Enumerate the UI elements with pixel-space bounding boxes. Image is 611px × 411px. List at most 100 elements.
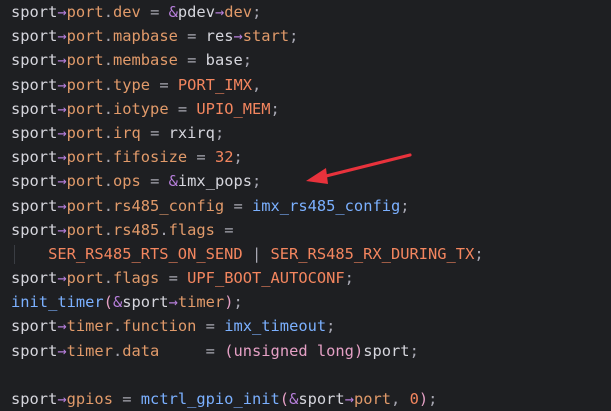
code-token: PORT_IMX <box>177 75 253 94</box>
code-token: ; <box>409 341 419 360</box>
code-token: ; <box>289 27 299 46</box>
code-token: ; <box>400 196 410 215</box>
code-token: = <box>214 220 234 239</box>
code-token: flags <box>112 269 160 288</box>
code-token: function <box>122 317 197 336</box>
code-token: sport <box>298 390 345 408</box>
code-token: → <box>57 220 67 239</box>
code-token: = <box>177 51 206 70</box>
code-token: = <box>112 390 141 408</box>
code-token: = <box>196 317 225 336</box>
code-token: port <box>66 3 104 21</box>
code-token: ops <box>112 172 141 191</box>
code-token: ; <box>474 244 484 263</box>
code-token: port <box>66 196 104 215</box>
code-token: → <box>57 172 67 191</box>
code-token: → <box>57 317 67 336</box>
code-line: sport→port.ops = &imx_pops; <box>11 169 484 193</box>
code-token: ; <box>344 269 354 288</box>
code-token: . <box>112 317 123 336</box>
code-token: → <box>57 196 67 215</box>
code-token: → <box>57 3 67 21</box>
code-token: imx_rs485_config <box>252 196 401 215</box>
code-token: res <box>205 27 234 46</box>
code-token: . <box>103 196 113 215</box>
code-line: sport→port.type = PORT_IMX, <box>11 73 484 97</box>
code-token: unsigned long <box>233 341 354 360</box>
code-line: sport→port.mapbase = res→start; <box>11 24 484 48</box>
code-token: → <box>168 293 178 312</box>
code-token: & <box>289 390 299 408</box>
code-token: . <box>103 51 113 70</box>
code-token: port <box>66 172 104 191</box>
code-token: = <box>168 99 197 118</box>
code-line: sport→gpios = mctrl_gpio_init(&sport→por… <box>11 387 484 411</box>
indent-guide <box>14 244 15 264</box>
code-token: rxirq <box>168 123 215 142</box>
code-token: → <box>57 27 67 46</box>
code-token: ; <box>252 3 262 21</box>
code-token: | <box>242 244 271 263</box>
code-token: gpios <box>66 390 113 408</box>
code-token: port <box>66 148 104 167</box>
code-token: sport <box>11 51 58 70</box>
code-token: = <box>140 3 169 21</box>
code-token: = <box>159 341 225 360</box>
code-token: . <box>103 75 113 94</box>
code-token: sport <box>11 269 58 288</box>
code-line: init_timer(&sport→timer); <box>11 290 484 314</box>
code-token: membase <box>112 51 178 70</box>
code-token: → <box>57 341 67 360</box>
code-token: → <box>344 390 354 408</box>
code-token: imx_timeout <box>224 317 327 336</box>
code-token: timer <box>66 341 113 360</box>
code-token: rs485_config <box>112 196 225 215</box>
code-token: ; <box>242 51 253 70</box>
code-token: = <box>224 196 252 215</box>
code-token: mapbase <box>112 27 178 46</box>
code-token: = <box>150 75 178 94</box>
code-token: . <box>112 341 123 360</box>
code-token: UPIO_MEM <box>196 99 271 118</box>
code-token: pdev <box>177 3 215 21</box>
code-token: sport <box>11 220 58 239</box>
code-token: → <box>57 390 67 408</box>
code-token: timer <box>177 293 225 312</box>
code-token: port <box>66 99 104 118</box>
code-line: sport→port.rs485_config = imx_rs485_conf… <box>11 194 484 218</box>
code-token: port <box>66 27 104 46</box>
code-line: sport→port.flags = UPF_BOOT_AUTOCONF; <box>11 266 484 290</box>
code-token: ) <box>418 390 429 408</box>
code-token: → <box>57 148 67 167</box>
code-token: → <box>57 269 67 288</box>
code-token: = <box>187 148 215 167</box>
code-token: → <box>233 27 243 46</box>
code-token: port <box>66 220 104 239</box>
code-token: = <box>140 123 169 142</box>
code-token: sport <box>11 3 58 21</box>
code-token: timer <box>66 317 113 336</box>
code-line: sport→timer.data = (unsigned long)sport; <box>11 339 484 363</box>
code-line: sport→port.rs485.flags = <box>11 218 484 242</box>
code-token: & <box>168 3 178 21</box>
code-token: sport <box>11 27 58 46</box>
code-token: sport <box>11 196 58 215</box>
code-token: , <box>252 75 262 94</box>
code-token: type <box>112 75 151 94</box>
code-token: . <box>103 148 113 167</box>
code-token: ; <box>214 123 225 142</box>
code-token: → <box>57 99 67 118</box>
code-token: → <box>57 51 67 70</box>
code-token: UPF_BOOT_AUTOCONF <box>187 269 345 288</box>
code-token: = <box>159 269 188 288</box>
code-token: . <box>103 220 113 239</box>
code-token: fifosize <box>112 148 188 167</box>
code-token: ; <box>326 317 336 336</box>
code-token: ; <box>270 99 280 118</box>
code-editor[interactable]: sport→port.dev = &pdev→dev; sport→port.ma… <box>0 0 611 411</box>
code-token: sport <box>11 148 58 167</box>
code-token: ; <box>233 148 243 167</box>
code-token: SER_RS485_RTS_ON_SEND <box>48 244 243 263</box>
code-token: ) <box>353 341 364 360</box>
